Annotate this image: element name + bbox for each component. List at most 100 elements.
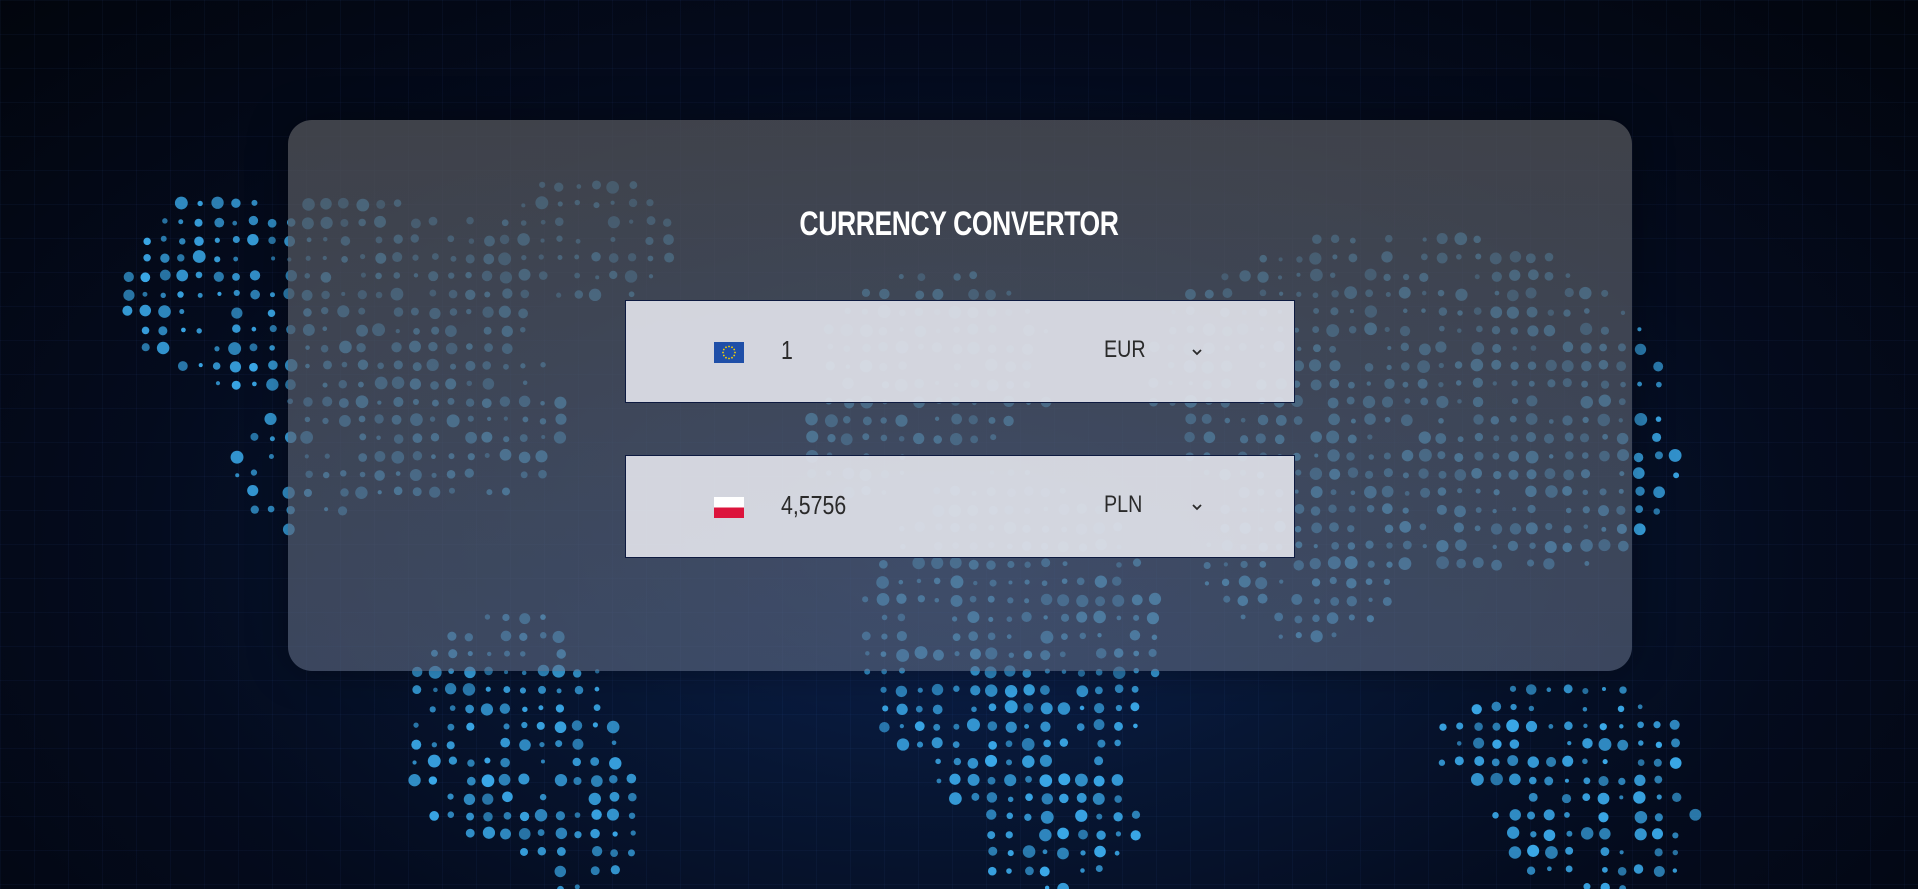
map-dot [610, 865, 620, 875]
map-dot [1617, 739, 1629, 751]
map-dot [914, 721, 925, 732]
map-dot [195, 271, 203, 279]
map-dot [627, 849, 635, 857]
map-dot [1059, 738, 1069, 747]
map-dot [987, 831, 996, 840]
map-dot [1508, 846, 1522, 859]
map-dot [466, 812, 475, 821]
map-dot [953, 757, 962, 766]
map-dot [500, 828, 511, 840]
map-dot [1093, 719, 1105, 731]
map-dot [1633, 791, 1646, 804]
map-dot [1583, 883, 1591, 889]
map-dot [465, 704, 474, 714]
map-dot [1545, 846, 1558, 859]
map-dot [1114, 739, 1121, 747]
map-dot [502, 791, 513, 803]
map-dot [1130, 702, 1140, 712]
map-dot [1582, 758, 1588, 765]
map-dot [953, 723, 960, 730]
map-dot [1583, 723, 1588, 728]
map-dot [626, 773, 637, 784]
map-dot [1114, 850, 1120, 856]
map-dot [1655, 416, 1662, 422]
map-dot [413, 722, 419, 728]
chevron-down-icon[interactable] [1190, 345, 1204, 359]
map-dot [1057, 827, 1069, 840]
map-dot [987, 866, 997, 876]
map-dot [467, 759, 475, 767]
map-dot [573, 776, 582, 786]
map-dot [427, 754, 441, 768]
map-dot [1602, 759, 1608, 765]
map-dot [1006, 812, 1014, 820]
to-currency-select[interactable]: PLN [1104, 491, 1142, 519]
map-dot [177, 291, 184, 298]
map-dot [1021, 737, 1035, 751]
map-dot [197, 292, 203, 298]
map-dot [1006, 759, 1013, 766]
map-dot [123, 289, 135, 301]
map-dot [1025, 775, 1032, 783]
map-dot [1582, 707, 1588, 712]
map-dot [967, 773, 980, 786]
map-dot [1022, 845, 1036, 858]
map-dot [1491, 701, 1502, 712]
from-currency-select[interactable]: EUR [1104, 336, 1146, 364]
map-dot [518, 773, 530, 785]
map-dot [1653, 508, 1661, 515]
map-dot [1006, 868, 1012, 874]
map-dot [1601, 686, 1607, 692]
map-dot [1133, 723, 1138, 729]
map-dot [447, 811, 455, 818]
map-dot [176, 269, 189, 282]
map-dot [1635, 486, 1645, 496]
map-dot [572, 757, 581, 767]
map-dot [1653, 721, 1661, 729]
map-dot [1007, 850, 1014, 857]
map-dot [572, 738, 584, 750]
map-dot [1057, 702, 1071, 715]
map-dot [967, 757, 979, 769]
map-dot [196, 328, 202, 334]
map-dot [1565, 865, 1573, 873]
map-dot [1057, 847, 1069, 860]
chevron-down-icon[interactable] [1190, 500, 1204, 514]
map-dot [588, 792, 601, 806]
map-dot [230, 450, 244, 464]
map-dot [412, 685, 422, 695]
map-dot [571, 720, 583, 731]
map-dot [1564, 721, 1573, 731]
map-dot [970, 685, 981, 696]
map-dot [1567, 741, 1572, 746]
to-amount-output[interactable]: 4,5756 [781, 490, 846, 521]
map-dot [235, 473, 240, 478]
map-dot [1598, 776, 1609, 787]
map-dot [915, 705, 923, 713]
map-dot [1580, 827, 1594, 840]
map-dot [612, 831, 618, 837]
map-dot [1543, 829, 1556, 842]
map-dot [591, 775, 603, 787]
map-dot [1473, 737, 1485, 749]
map-dot [139, 304, 152, 317]
map-dot [192, 250, 206, 263]
from-amount-input[interactable]: 1 [781, 335, 793, 366]
map-dot [122, 305, 133, 316]
map-dot [480, 703, 494, 716]
map-dot [1619, 850, 1624, 855]
map-dot [1600, 882, 1610, 889]
map-dot [606, 808, 619, 821]
map-dot [465, 828, 475, 838]
map-dot [591, 809, 602, 820]
map-dot [1039, 754, 1052, 767]
map-dot [1509, 739, 1520, 749]
map-dot [503, 723, 510, 730]
map-dot [1633, 452, 1644, 463]
map-dot [1653, 865, 1665, 877]
map-dot [574, 884, 580, 889]
map-dot [1080, 850, 1086, 856]
map-dot [556, 688, 562, 694]
map-dot [1564, 778, 1569, 783]
map-dot [1094, 686, 1103, 695]
